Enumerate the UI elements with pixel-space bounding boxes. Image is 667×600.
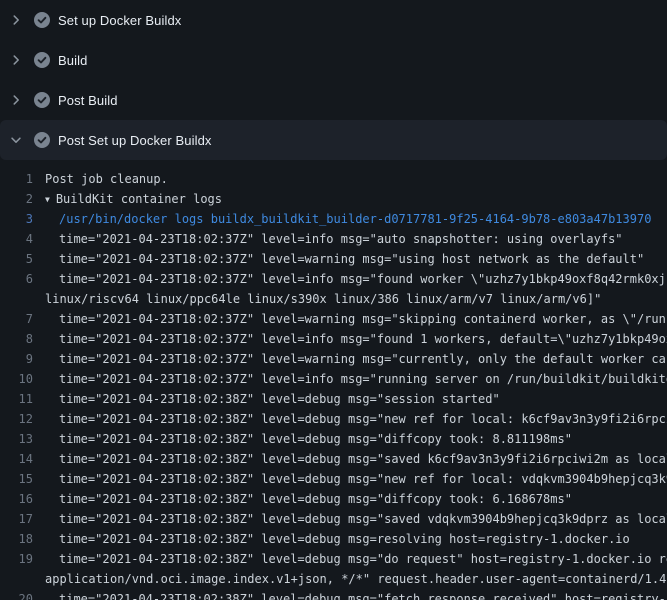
line-number[interactable]: 20 (0, 589, 33, 600)
log-row: 14time="2021-04-23T18:02:38Z" level=debu… (0, 449, 667, 469)
log-row: 17time="2021-04-23T18:02:38Z" level=debu… (0, 509, 667, 529)
step-row-post-build[interactable]: Post Build (0, 80, 667, 120)
chevron-right-icon (8, 52, 24, 68)
log-row: 12time="2021-04-23T18:02:38Z" level=debu… (0, 409, 667, 429)
step-label: Set up Docker Buildx (58, 13, 181, 28)
check-circle-icon (34, 52, 50, 68)
log-text: application/vnd.oci.image.index.v1+json,… (33, 569, 667, 589)
log-row: 19time="2021-04-23T18:02:38Z" level=debu… (0, 549, 667, 569)
line-number[interactable]: 1 (0, 169, 33, 189)
line-number[interactable]: 8 (0, 329, 33, 349)
log-text: time="2021-04-23T18:02:37Z" level=info m… (33, 369, 667, 389)
log-text: time="2021-04-23T18:02:38Z" level=debug … (33, 529, 630, 549)
log-row: linux/riscv64 linux/ppc64le linux/s390x … (0, 289, 667, 309)
log-row: 15time="2021-04-23T18:02:38Z" level=debu… (0, 469, 667, 489)
line-number[interactable]: 10 (0, 369, 33, 389)
log-text: time="2021-04-23T18:02:37Z" level=info m… (33, 229, 623, 249)
log-text: time="2021-04-23T18:02:38Z" level=debug … (33, 449, 667, 469)
step-label: Build (58, 53, 87, 68)
step-label: Post Build (58, 93, 118, 108)
step-row-set-up-docker-buildx[interactable]: Set up Docker Buildx (0, 0, 667, 40)
chevron-down-icon (8, 132, 24, 148)
line-number[interactable]: 11 (0, 389, 33, 409)
log-text: time="2021-04-23T18:02:37Z" level=warnin… (33, 309, 666, 329)
log-text: time="2021-04-23T18:02:37Z" level=warnin… (33, 249, 644, 269)
log-text: time="2021-04-23T18:02:37Z" level=info m… (33, 269, 666, 289)
step-list: Set up Docker Buildx Build Post Build Post … (0, 0, 667, 160)
log-command-text: /usr/bin/docker logs buildx_buildkit_bui… (33, 209, 651, 229)
line-number[interactable]: 13 (0, 429, 33, 449)
log-row: 9time="2021-04-23T18:02:37Z" level=warni… (0, 349, 667, 369)
line-number[interactable]: 18 (0, 529, 33, 549)
log-row: 16time="2021-04-23T18:02:38Z" level=debu… (0, 489, 667, 509)
log-text: time="2021-04-23T18:02:38Z" level=debug … (33, 549, 667, 569)
line-number[interactable]: 15 (0, 469, 33, 489)
line-number[interactable]: 16 (0, 489, 33, 509)
log-row: 18time="2021-04-23T18:02:38Z" level=debu… (0, 529, 667, 549)
log-row: 1Post job cleanup. (0, 169, 667, 189)
log-text: time="2021-04-23T18:02:38Z" level=debug … (33, 469, 667, 489)
log-text: time="2021-04-23T18:02:38Z" level=debug … (33, 429, 572, 449)
log-text: Post job cleanup. (33, 169, 168, 189)
log-text: time="2021-04-23T18:02:37Z" level=warnin… (33, 349, 667, 369)
log-row: 13time="2021-04-23T18:02:38Z" level=debu… (0, 429, 667, 449)
log-row: 20time="2021-04-23T18:02:38Z" level=debu… (0, 589, 667, 600)
group-expanded-triangle-icon: ▼ (45, 190, 50, 209)
log-row: 8time="2021-04-23T18:02:37Z" level=info … (0, 329, 667, 349)
line-number[interactable]: 17 (0, 509, 33, 529)
log-group-toggle[interactable]: ▼ BuildKit container logs (33, 189, 222, 209)
log-group-label: BuildKit container logs (56, 192, 222, 206)
log-text: time="2021-04-23T18:02:38Z" level=debug … (33, 509, 667, 529)
step-row-build[interactable]: Build (0, 40, 667, 80)
line-number (0, 289, 33, 309)
line-number[interactable]: 7 (0, 309, 33, 329)
line-number[interactable]: 9 (0, 349, 33, 369)
log-text: time="2021-04-23T18:02:38Z" level=debug … (33, 389, 500, 409)
log-text: time="2021-04-23T18:02:38Z" level=debug … (33, 409, 667, 429)
log-row: 4time="2021-04-23T18:02:37Z" level=info … (0, 229, 667, 249)
check-circle-icon (34, 132, 50, 148)
line-number (0, 569, 33, 589)
step-label: Post Set up Docker Buildx (58, 133, 212, 148)
log-text: linux/riscv64 linux/ppc64le linux/s390x … (33, 289, 601, 309)
log-lines-container: 1Post job cleanup.2 ▼ BuildKit container l… (0, 160, 667, 600)
step-row-post-set-up-docker-buildx[interactable]: Post Set up Docker Buildx (0, 120, 667, 160)
line-number[interactable]: 12 (0, 409, 33, 429)
log-row: 5time="2021-04-23T18:02:37Z" level=warni… (0, 249, 667, 269)
log-text: time="2021-04-23T18:02:37Z" level=info m… (33, 329, 667, 349)
log-row: 3/usr/bin/docker logs buildx_buildkit_bu… (0, 209, 667, 229)
line-number[interactable]: 4 (0, 229, 33, 249)
log-text: time="2021-04-23T18:02:38Z" level=debug … (33, 589, 666, 600)
log-row: 10time="2021-04-23T18:02:37Z" level=info… (0, 369, 667, 389)
line-number[interactable]: 14 (0, 449, 33, 469)
line-number[interactable]: 19 (0, 549, 33, 569)
log-text: time="2021-04-23T18:02:38Z" level=debug … (33, 489, 572, 509)
log-row: 2 ▼ BuildKit container logs (0, 189, 667, 209)
chevron-right-icon (8, 92, 24, 108)
line-number[interactable]: 5 (0, 249, 33, 269)
line-number[interactable]: 6 (0, 269, 33, 289)
check-circle-icon (34, 92, 50, 108)
log-row: application/vnd.oci.image.index.v1+json,… (0, 569, 667, 589)
log-row: 11time="2021-04-23T18:02:38Z" level=debu… (0, 389, 667, 409)
log-row: 7time="2021-04-23T18:02:37Z" level=warni… (0, 309, 667, 329)
log-row: 6time="2021-04-23T18:02:37Z" level=info … (0, 269, 667, 289)
check-circle-icon (34, 12, 50, 28)
actions-log-viewer: Set up Docker Buildx Build Post Build Post … (0, 0, 667, 600)
line-number[interactable]: 2 (0, 189, 33, 209)
line-number[interactable]: 3 (0, 209, 33, 229)
chevron-right-icon (8, 12, 24, 28)
